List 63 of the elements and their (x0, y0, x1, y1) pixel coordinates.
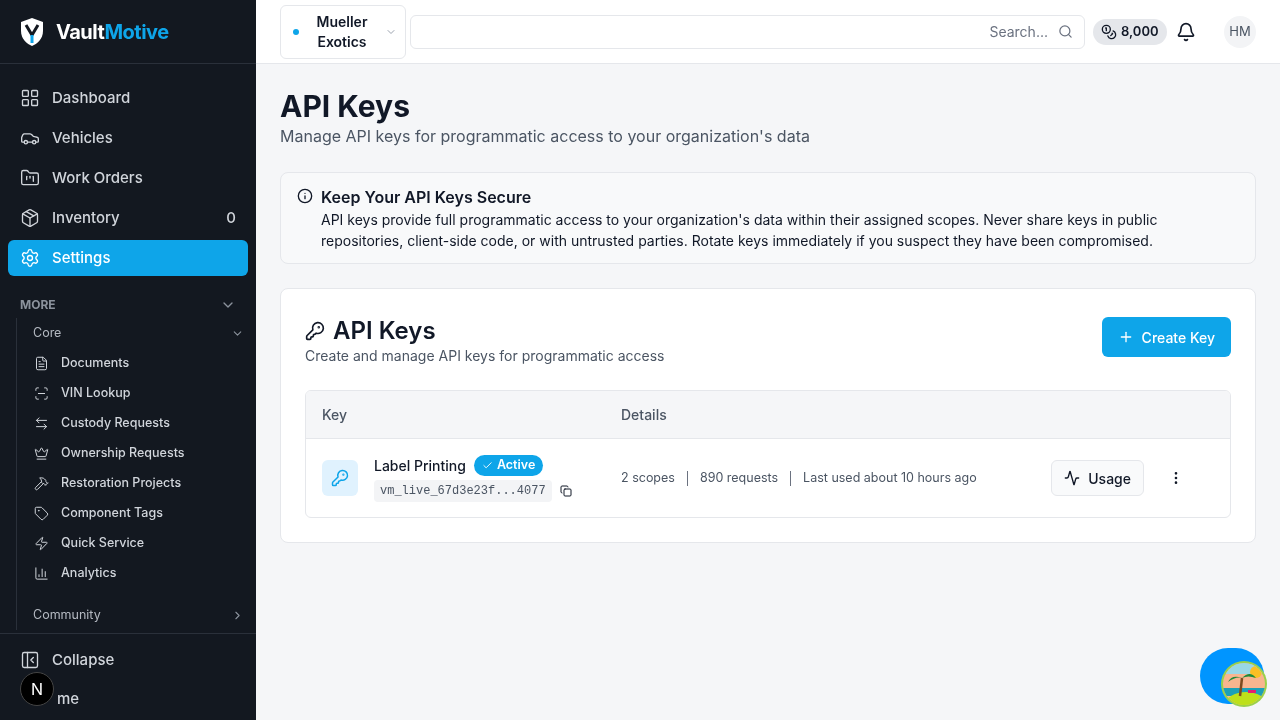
brand-name: VaultMotive (56, 18, 169, 46)
card-title: API Keys (333, 317, 436, 345)
shield-logo-icon (20, 16, 44, 47)
page-subtitle: Manage API keys for programmatic access to your organization's data (280, 125, 811, 148)
group-title: Core (33, 323, 62, 342)
alert-text: API keys provide full programmatic access to your organization's data within their assigned scopes. Never share keys in public repositories, client-side code, or with untrusted parties. Rotate keys immediately if you suspect they have been compromised. (321, 210, 1159, 251)
settings-icon (20, 248, 40, 268)
card-subtitle: Create and manage API keys for programmatic access (305, 346, 665, 366)
requests-count: 890 requests (699, 468, 779, 487)
user-avatar[interactable]: HM (1224, 15, 1256, 48)
submenu-item[interactable]: Analytics (17, 558, 244, 588)
search-icon (1058, 23, 1073, 39)
scopes-count: 2 scopes (621, 468, 675, 487)
scan-icon (34, 385, 49, 401)
key-icon (331, 469, 349, 487)
nav-item[interactable]: Vehicles (8, 120, 248, 156)
theme-toggle[interactable]: me (57, 688, 80, 711)
status-badge: Active (473, 454, 544, 476)
collapse-button[interactable]: Collapse (20, 646, 236, 674)
tag-icon (34, 505, 49, 521)
check-icon (481, 459, 493, 471)
section-title: MORE (20, 296, 56, 314)
nav-item[interactable]: Work Orders (8, 160, 248, 196)
grid-icon (20, 88, 40, 108)
count: 0 (226, 206, 236, 229)
coins-icon (1101, 23, 1117, 40)
submenu-item[interactable]: Quick Service (17, 528, 244, 558)
column-header: Key (321, 405, 349, 425)
last-used: Last used about 10 hours ago (803, 468, 977, 487)
page-title: API Keys (280, 88, 411, 124)
lightning-icon (34, 535, 49, 551)
nav-item[interactable]: Inventory 0 (8, 200, 248, 236)
submenu-item[interactable]: Documents (17, 348, 244, 378)
crown-icon (34, 445, 49, 461)
info-icon (297, 188, 313, 204)
swap-arrows-icon (34, 415, 49, 431)
collapse-panel-icon (20, 650, 40, 670)
key-value: vm_live_67d3e23f...4077 (374, 479, 552, 502)
alert-title: Keep Your API Keys Secure (321, 186, 533, 209)
search-field[interactable]: Search... (410, 14, 1085, 49)
box-icon (20, 208, 40, 228)
submenu-item[interactable]: Component Tags (17, 498, 244, 528)
chat-button[interactable] (1200, 648, 1268, 708)
key-icon (305, 321, 325, 341)
activity-icon (1064, 470, 1081, 486)
submenu-item[interactable]: Ownership Requests (17, 438, 244, 468)
usage-button[interactable]: Usage (1051, 460, 1144, 496)
document-icon (34, 355, 49, 371)
submenu-item[interactable]: VIN Lookup (17, 378, 244, 408)
organization-selector[interactable]: Mueller Exotics (280, 4, 406, 59)
submenu-item[interactable]: Custody Requests (17, 408, 244, 438)
copy-icon[interactable] (559, 484, 572, 497)
key-name: Label Printing (374, 455, 466, 476)
bar-chart-icon (34, 565, 49, 581)
hammer-icon (34, 475, 49, 491)
notifications-icon[interactable] (1176, 21, 1196, 42)
dev-badge[interactable]: N (20, 672, 54, 706)
group-title: Community (33, 605, 101, 624)
nav-item[interactable]: Dashboard (8, 80, 248, 116)
submenu-item[interactable]: Restoration Projects (17, 468, 244, 498)
credits-badge[interactable]: 8,000 (1093, 18, 1167, 45)
folder-icon (20, 168, 40, 188)
column-header: Details (621, 405, 667, 425)
